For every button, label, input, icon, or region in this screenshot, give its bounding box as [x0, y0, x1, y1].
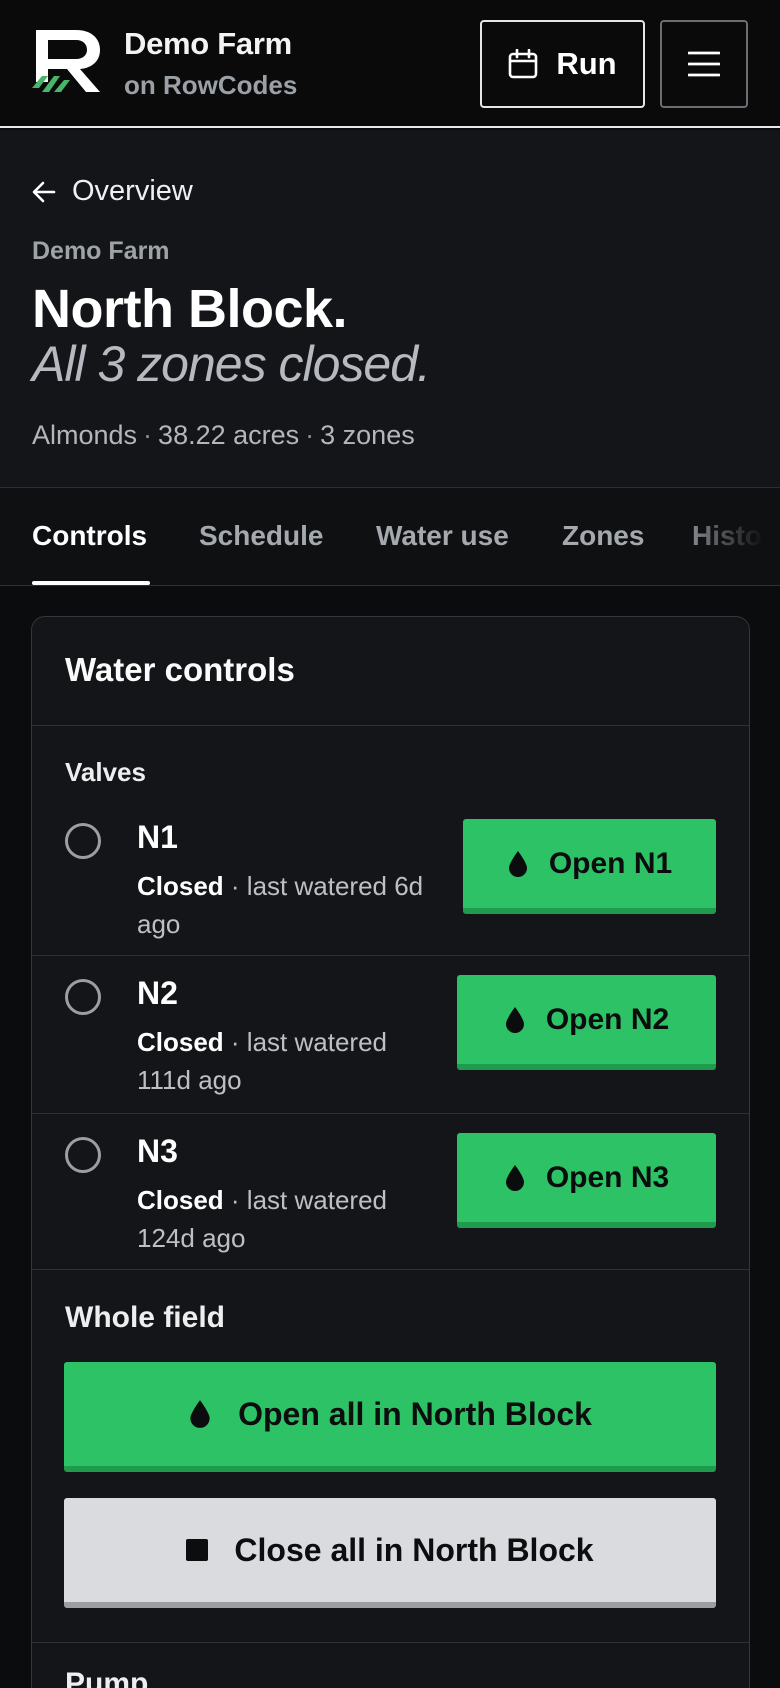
open-n2-button[interactable]: Open N2	[457, 975, 716, 1070]
water-controls-card: Water controls Valves N1 Closed · last w…	[31, 616, 750, 1688]
water-drop-icon	[505, 1006, 524, 1033]
open-n2-label: Open N2	[545, 1002, 670, 1036]
water-drop-icon	[508, 850, 527, 877]
close-all-button[interactable]: Close all in North Block	[64, 1498, 716, 1608]
page-subtitle: All 3 zones closed.	[32, 336, 431, 392]
arrow-left-icon	[32, 181, 56, 202]
valve-state: Closed	[137, 1185, 224, 1215]
divider	[32, 725, 749, 726]
run-label: Run	[556, 46, 617, 81]
menu-button[interactable]	[660, 20, 748, 108]
crop-type: Almonds	[32, 420, 138, 450]
valve-status: Closed · last watered 124d ago	[137, 1181, 427, 1257]
valve-name: N1	[137, 819, 178, 855]
top-bar: Demo Farm on RowCodes Run	[0, 0, 780, 128]
close-all-label: Close all in North Block	[234, 1531, 594, 1568]
stop-icon	[186, 1539, 209, 1561]
back-label: Overview	[72, 175, 193, 207]
card-title: Water controls	[65, 651, 295, 688]
open-all-label: Open all in North Block	[238, 1395, 592, 1432]
open-n1-label: Open N1	[548, 846, 673, 880]
page-title: North Block.	[32, 279, 348, 339]
tab-zones[interactable]: Zones	[562, 520, 644, 552]
block-hero: Overview Demo Farm North Block. All 3 zo…	[0, 130, 780, 488]
tab-water-use[interactable]: Water use	[376, 520, 509, 552]
valve-select-radio[interactable]	[65, 823, 101, 859]
pump-label: Pump	[65, 1667, 149, 1688]
valve-state: Closed	[137, 1027, 224, 1057]
divider	[32, 1113, 749, 1114]
calendar-icon	[509, 49, 538, 79]
meta-separator: ·	[305, 420, 315, 450]
open-n3-button[interactable]: Open N3	[457, 1133, 716, 1228]
zone-count: 3 zones	[320, 420, 415, 450]
valve-name: N2	[137, 975, 178, 1011]
water-drop-icon	[505, 1164, 524, 1191]
active-tab-indicator	[32, 581, 150, 585]
tab-history[interactable]: History	[692, 520, 780, 552]
divider	[32, 1269, 749, 1270]
whole-field-label: Whole field	[65, 1301, 225, 1334]
divider	[32, 955, 749, 956]
valve-name: N3	[137, 1133, 178, 1169]
divider	[32, 1642, 749, 1643]
valve-select-radio[interactable]	[65, 979, 101, 1015]
water-drop-icon	[190, 1400, 210, 1428]
open-n3-label: Open N3	[545, 1160, 670, 1194]
valve-select-radio[interactable]	[65, 1137, 101, 1173]
valves-label: Valves	[65, 757, 146, 787]
farm-name: Demo Farm	[124, 26, 292, 61]
hamburger-icon	[688, 51, 720, 77]
meta-separator: ·	[143, 420, 153, 450]
valve-state: Closed	[137, 871, 224, 901]
farm-label: Demo Farm	[32, 237, 170, 265]
tab-bar: Controls Schedule Water use Zones Histor…	[0, 488, 780, 586]
run-button[interactable]: Run	[480, 20, 645, 108]
open-n1-button[interactable]: Open N1	[463, 819, 716, 914]
acreage: 38.22 acres	[158, 420, 300, 450]
open-all-button[interactable]: Open all in North Block	[64, 1362, 716, 1472]
block-meta: Almonds · 38.22 acres · 3 zones	[32, 420, 415, 451]
valve-status: Closed · last watered 6d ago	[137, 867, 427, 943]
rowcodes-logo-icon[interactable]	[32, 30, 104, 96]
platform-name: on RowCodes	[124, 70, 298, 100]
tab-controls[interactable]: Controls	[32, 520, 147, 552]
back-to-overview-link[interactable]: Overview	[32, 175, 193, 208]
valve-status: Closed · last watered 111d ago	[137, 1023, 427, 1099]
tab-schedule[interactable]: Schedule	[199, 520, 323, 552]
